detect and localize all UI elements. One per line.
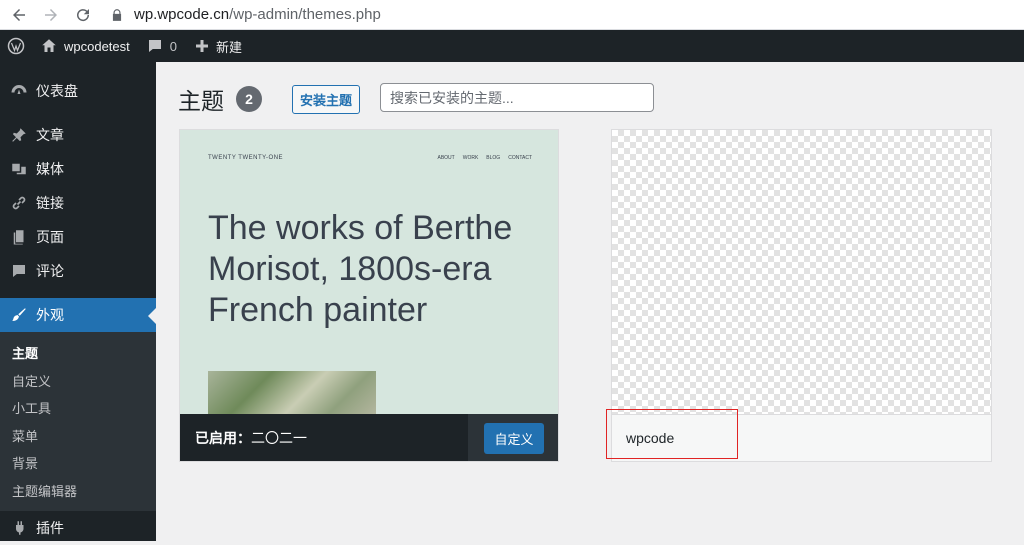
sidebar-item-label: 仪表盘 <box>36 83 78 99</box>
submenu-item-widgets[interactable]: 小工具 <box>0 395 156 423</box>
browser-toolbar: wp.wpcode.cn/wp-admin/themes.php <box>0 0 1024 30</box>
home-icon <box>42 39 56 52</box>
main-content: 主题 2 安装主题 搜索已安装的主题... TWENTY TWENTY-ONE … <box>156 62 1024 541</box>
sidebar-item-label: 插件 <box>36 520 64 536</box>
sidebar-item-posts[interactable]: 文章 <box>0 118 156 152</box>
theme-screenshot-placeholder <box>612 130 991 414</box>
sidebar-item-links[interactable]: 链接 <box>0 186 156 220</box>
theme-card-active[interactable]: TWENTY TWENTY-ONE ABOUT WORK BLOG CONTAC… <box>179 129 559 462</box>
active-theme-name: 二〇二一 <box>251 430 307 446</box>
arrow-left-icon <box>13 8 25 21</box>
customize-button[interactable]: 自定义 <box>484 422 544 454</box>
dashboard-icon <box>11 85 27 94</box>
submenu-item-themes[interactable]: 主题 <box>0 340 156 368</box>
page-icon <box>13 230 24 245</box>
site-name-link[interactable]: wpcodetest <box>32 30 138 62</box>
submenu-item-background[interactable]: 背景 <box>0 450 156 478</box>
sidebar-item-label: 页面 <box>36 229 64 245</box>
sidebar-item-comments[interactable]: 评论 <box>0 254 156 288</box>
sidebar-item-pages[interactable]: 页面 <box>0 220 156 254</box>
page-title: 主题 <box>178 88 224 114</box>
media-icon <box>12 163 26 175</box>
sidebar-item-label: 文章 <box>36 127 64 143</box>
sidebar-item-label: 评论 <box>36 263 64 279</box>
comments-link[interactable]: 0 <box>138 30 185 62</box>
appearance-submenu: 主题 自定义 小工具 菜单 背景 主题编辑器 <box>0 332 156 511</box>
sidebar-item-label: 外观 <box>36 307 64 323</box>
sidebar-item-label: 媒体 <box>36 161 64 177</box>
url-path: /wp-admin/themes.php <box>229 6 381 23</box>
lock-icon <box>112 8 122 21</box>
theme-name: wpcode <box>626 430 675 446</box>
screenshot-nav-item: ABOUT <box>437 155 455 161</box>
active-theme-label: 已启用：二〇二一 <box>195 428 307 448</box>
plus-icon <box>196 40 208 52</box>
screenshot-heading: The works of Berthe Morisot, 1800s-era F… <box>208 209 513 329</box>
submenu-item-theme-editor[interactable]: 主题编辑器 <box>0 478 156 506</box>
arrow-right-icon <box>45 8 57 21</box>
theme-count-badge: 2 <box>236 86 262 112</box>
screenshot-site-title: TWENTY TWENTY-ONE <box>208 155 284 161</box>
back-button[interactable] <box>6 2 32 28</box>
address-bar[interactable]: wp.wpcode.cn/wp-admin/themes.php <box>110 6 381 23</box>
comment-icon <box>13 265 25 277</box>
link-icon <box>12 196 26 210</box>
reload-icon <box>77 8 90 21</box>
theme-card-footer: 已启用：二〇二一 自定义 <box>180 414 558 461</box>
sidebar-item-label: 链接 <box>36 195 64 211</box>
active-prefix: 已启用： <box>195 430 251 446</box>
comment-icon <box>148 40 161 52</box>
theme-search-input[interactable]: 搜索已安装的主题... <box>380 83 654 112</box>
theme-actions: 自定义 <box>468 414 558 461</box>
plugin-icon <box>15 521 24 535</box>
forward-button[interactable] <box>38 2 64 28</box>
url-host: wp.wpcode.cn <box>134 6 230 23</box>
theme-card-footer: wpcode <box>606 409 991 461</box>
wp-logo-menu[interactable] <box>0 30 32 62</box>
admin-sidebar: 仪表盘 文章 媒体 链接 页面 评论 外观 主题 自定义 小工具 菜单 背景 主… <box>0 62 156 541</box>
reload-button[interactable] <box>70 2 96 28</box>
sidebar-item-dashboard[interactable]: 仪表盘 <box>0 74 156 108</box>
page-header: 主题 2 安装主题 <box>178 82 361 116</box>
comment-count: 0 <box>169 38 177 54</box>
theme-card-wpcode[interactable]: wpcode <box>606 129 992 462</box>
submenu-item-menus[interactable]: 菜单 <box>0 423 156 451</box>
add-theme-button[interactable]: 安装主题 <box>292 84 361 114</box>
sidebar-item-plugins[interactable]: 插件 <box>0 511 156 545</box>
sidebar-item-media[interactable]: 媒体 <box>0 152 156 186</box>
brush-icon <box>12 308 26 321</box>
new-label: 新建 <box>216 39 243 55</box>
screenshot-nav-item: WORK <box>462 155 479 161</box>
wordpress-icon <box>7 37 25 55</box>
admin-bar: wpcodetest 0 新建 <box>0 30 1024 62</box>
site-name: wpcodetest <box>64 38 130 54</box>
screenshot-nav-item: CONTACT <box>508 155 532 161</box>
screenshot-nav: ABOUT WORK BLOG CONTACT <box>438 155 533 161</box>
submenu-item-customize[interactable]: 自定义 <box>0 368 156 396</box>
new-content-menu[interactable]: 新建 <box>185 30 250 62</box>
sidebar-item-appearance[interactable]: 外观 <box>0 298 156 332</box>
pin-icon <box>12 128 26 142</box>
screenshot-nav-item: BLOG <box>486 155 501 161</box>
